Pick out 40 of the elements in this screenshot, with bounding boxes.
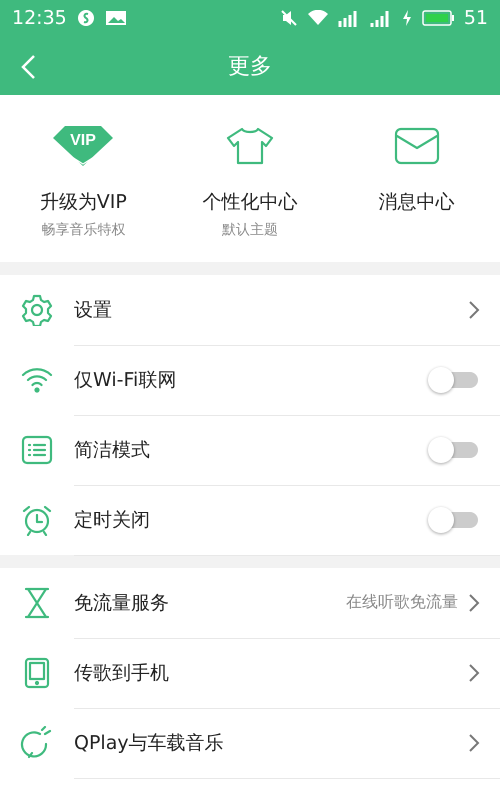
- tablet-icon: [23, 657, 51, 689]
- chevron-icon[interactable]: [468, 732, 480, 752]
- status-time: 12:35: [12, 7, 67, 29]
- image-icon: [104, 10, 127, 26]
- list-icon: [21, 435, 53, 465]
- shortcut-title[interactable]: 消息中心: [378, 189, 455, 215]
- chevron-icon[interactable]: [468, 662, 480, 682]
- page-title: 更多: [228, 52, 272, 80]
- cast-icon: [20, 726, 54, 760]
- t-shirt-icon: [226, 126, 274, 166]
- charging-icon: [402, 10, 412, 26]
- battery-icon: [422, 10, 454, 26]
- menu-item-label[interactable]: 传歌到手机: [74, 660, 468, 686]
- menu-item-label[interactable]: 仅Wi-Fi联网: [74, 366, 428, 392]
- back-icon[interactable]: [20, 54, 36, 80]
- vip-diamond-icon: VIP: [51, 124, 116, 168]
- menu-item-label[interactable]: 免流量服务: [74, 590, 346, 616]
- shortcut-subtitle: 畅享音乐特权: [41, 221, 126, 239]
- toggle-switch[interactable]: [428, 436, 480, 462]
- envelope-icon: [394, 126, 440, 166]
- toggle-switch[interactable]: [428, 506, 480, 532]
- menu-item-label[interactable]: QPlay与车载音乐: [74, 730, 468, 756]
- hourglass-icon: [23, 587, 51, 619]
- wifi-icon: [21, 366, 53, 394]
- wifi-icon: [308, 10, 328, 26]
- chevron-icon[interactable]: [468, 300, 480, 320]
- chevron-icon[interactable]: [468, 592, 480, 612]
- menu-item-label[interactable]: 定时关闭: [74, 506, 428, 532]
- mute-icon: [280, 9, 298, 27]
- menu-item-value: 在线听歌免流量: [346, 592, 458, 613]
- shortcut-title[interactable]: 个性化中心: [202, 189, 298, 215]
- menu-item-label[interactable]: 设置: [74, 296, 468, 322]
- shortcut-title[interactable]: 升级为VIP: [40, 189, 127, 215]
- settings-icon: [21, 294, 53, 326]
- toggle-switch[interactable]: [428, 366, 480, 392]
- notification-icon: [76, 9, 95, 27]
- shortcut-subtitle: 默认主题: [222, 221, 278, 239]
- menu-item-label[interactable]: 简洁模式: [74, 436, 428, 462]
- alarm-clock-icon: [21, 504, 53, 536]
- battery-level: 51: [464, 7, 488, 29]
